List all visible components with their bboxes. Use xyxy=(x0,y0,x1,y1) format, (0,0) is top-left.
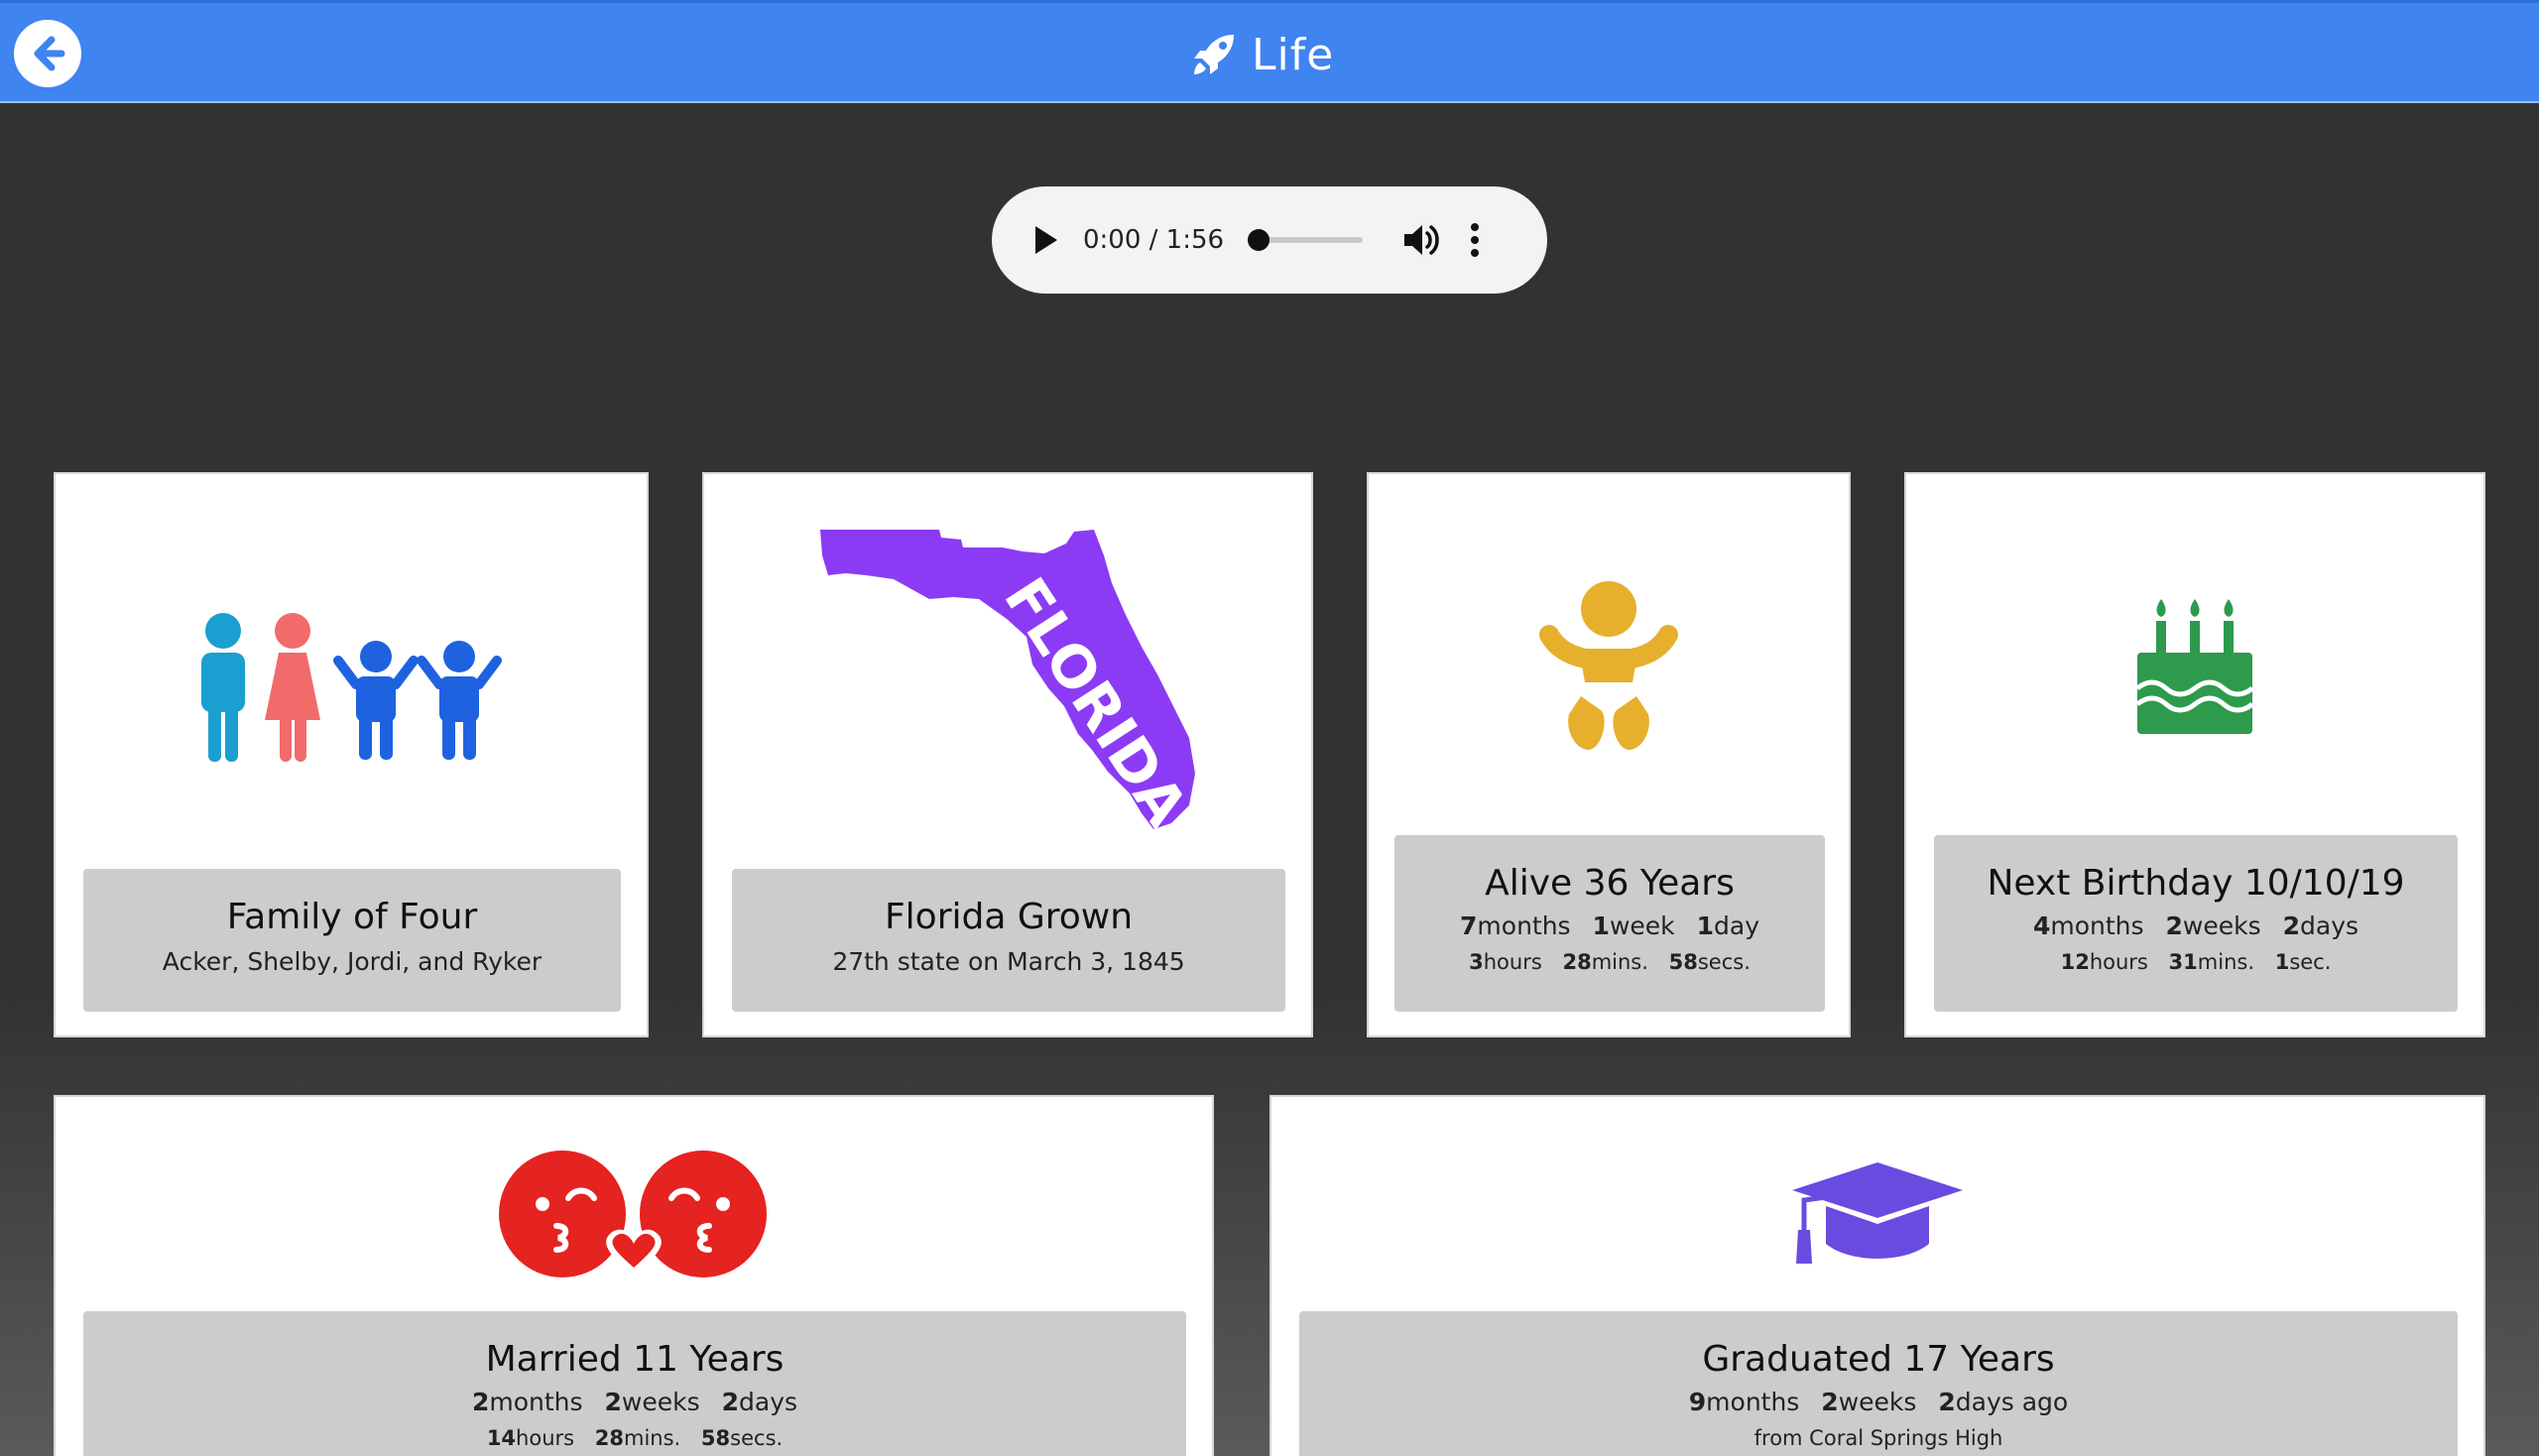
family-card: Family of Four Acker, Shelby, Jordi, and… xyxy=(54,472,649,1037)
married-caption: Married 11 Years 2months 2weeks 2days 14… xyxy=(83,1311,1186,1456)
countdown-line-2: 3hours 28mins. 58secs. xyxy=(1469,950,1751,974)
weeks-unit: weeks xyxy=(1838,1388,1917,1416)
florida-caption: Florida Grown 27th state on March 3, 184… xyxy=(732,869,1285,1012)
alive-card: Alive 36 Years 7months 1week 1day 3hours… xyxy=(1367,472,1851,1037)
hours-unit: hours xyxy=(516,1426,575,1450)
secs-value: 1 xyxy=(2274,950,2290,974)
family-icon xyxy=(201,613,502,762)
hours-unit: hours xyxy=(2089,950,2148,974)
graduated-caption: Graduated 17 Years 9months 2weeks 2days … xyxy=(1299,1311,2458,1456)
play-icon xyxy=(1035,226,1057,254)
countdown-line-2: 12hours 31mins. 1sec. xyxy=(2061,950,2332,974)
months-unit: months xyxy=(2050,911,2144,940)
header-title: Life xyxy=(1190,21,1334,88)
months-unit: months xyxy=(489,1388,583,1416)
secs-unit: sec. xyxy=(2289,950,2332,974)
mins-value: 28 xyxy=(1562,950,1592,974)
audio-player[interactable]: 0:00 / 1:56 xyxy=(992,186,1547,294)
card-title: Next Birthday 10/10/19 xyxy=(1987,863,2405,904)
months-value: 4 xyxy=(2032,911,2051,940)
family-caption: Family of Four Acker, Shelby, Jordi, and… xyxy=(83,869,621,1012)
weeks-unit: weeks xyxy=(621,1388,700,1416)
card-title: Alive 36 Years xyxy=(1485,863,1735,904)
mins-value: 31 xyxy=(2168,950,2198,974)
birthday-caption: Next Birthday 10/10/19 4months 2weeks 2d… xyxy=(1934,835,2458,1012)
birthday-cake-icon xyxy=(2135,599,2254,734)
days-value: 2 xyxy=(1938,1388,1956,1416)
hours-value: 12 xyxy=(2060,950,2090,974)
months-value: 7 xyxy=(1460,911,1478,940)
kissing-faces-icon xyxy=(499,1151,767,1277)
rocket-icon xyxy=(1194,35,1234,74)
volume-icon xyxy=(1404,225,1439,255)
months-unit: months xyxy=(1706,1388,1800,1416)
volume-button[interactable] xyxy=(1400,218,1444,262)
months-unit: months xyxy=(1477,911,1571,940)
hours-unit: hours xyxy=(1483,950,1542,974)
graduation-cap-icon xyxy=(1792,1162,1963,1264)
baby-icon xyxy=(1539,581,1678,750)
countdown-line-2: 14hours 28mins. 58secs. xyxy=(487,1426,783,1450)
days-unit: days xyxy=(739,1388,798,1416)
florida-card: FLORIDA Florida Grown 27th state on Marc… xyxy=(702,472,1313,1037)
page-title: Life xyxy=(1252,29,1335,80)
secs-unit: secs. xyxy=(730,1426,784,1450)
card-title: Graduated 17 Years xyxy=(1702,1339,2055,1380)
weeks-value: 2 xyxy=(2165,911,2183,940)
days-value: 2 xyxy=(721,1388,739,1416)
graduated-card: Graduated 17 Years 9months 2weeks 2days … xyxy=(1270,1095,2485,1456)
alive-caption: Alive 36 Years 7months 1week 1day 3hours… xyxy=(1394,835,1825,1012)
secs-value: 58 xyxy=(1668,950,1698,974)
mins-unit: mins. xyxy=(624,1426,681,1450)
secs-value: 58 xyxy=(700,1426,731,1450)
countdown-line-1: 4months 2weeks 2days xyxy=(2033,911,2358,940)
mins-unit: mins. xyxy=(1591,950,1648,974)
more-options-button[interactable] xyxy=(1460,218,1490,262)
days-unit: days ago xyxy=(1955,1388,2069,1416)
card-title: Family of Four xyxy=(226,897,478,937)
days-unit: days xyxy=(2300,911,2359,940)
days-value: 1 xyxy=(1696,911,1714,940)
back-button[interactable] xyxy=(14,20,81,87)
countdown-line-1: 7months 1week 1day xyxy=(1460,911,1759,940)
secs-unit: secs. xyxy=(1697,950,1751,974)
florida-map-icon: FLORIDA xyxy=(820,530,1201,833)
mins-unit: mins. xyxy=(2197,950,2254,974)
card-title: Married 11 Years xyxy=(485,1339,785,1380)
hours-value: 14 xyxy=(486,1426,517,1450)
card-subtitle: Acker, Shelby, Jordi, and Ryker xyxy=(162,947,543,976)
app-header: Life xyxy=(0,0,2539,103)
birthday-card: Next Birthday 10/10/19 4months 2weeks 2d… xyxy=(1904,472,2485,1037)
hours-value: 3 xyxy=(1469,950,1484,974)
weeks-unit: weeks xyxy=(2182,911,2261,940)
weeks-unit: week xyxy=(1609,911,1675,940)
countdown-line-1: 2months 2weeks 2days xyxy=(472,1388,797,1416)
weeks-value: 2 xyxy=(1821,1388,1839,1416)
months-value: 2 xyxy=(471,1388,490,1416)
card-subtitle: 27th state on March 3, 1845 xyxy=(832,947,1185,976)
weeks-value: 2 xyxy=(604,1388,622,1416)
days-unit: day xyxy=(1714,911,1759,940)
audio-time: 0:00 / 1:56 xyxy=(1083,225,1225,255)
more-vertical-icon xyxy=(1471,223,1480,257)
married-card: Married 11 Years 2months 2weeks 2days 14… xyxy=(54,1095,1214,1456)
seek-slider[interactable] xyxy=(1248,229,1364,251)
play-button[interactable] xyxy=(1029,223,1063,257)
seek-knob[interactable] xyxy=(1248,229,1270,251)
days-value: 2 xyxy=(2282,911,2300,940)
months-value: 9 xyxy=(1688,1388,1707,1416)
mins-value: 28 xyxy=(594,1426,625,1450)
card-title: Florida Grown xyxy=(884,897,1134,937)
countdown-line-1: 9months 2weeks 2days ago xyxy=(1689,1388,2068,1416)
weeks-value: 1 xyxy=(1592,911,1610,940)
arrow-left-icon xyxy=(34,36,65,71)
graduated-school: from Coral Springs High xyxy=(1753,1426,2003,1450)
